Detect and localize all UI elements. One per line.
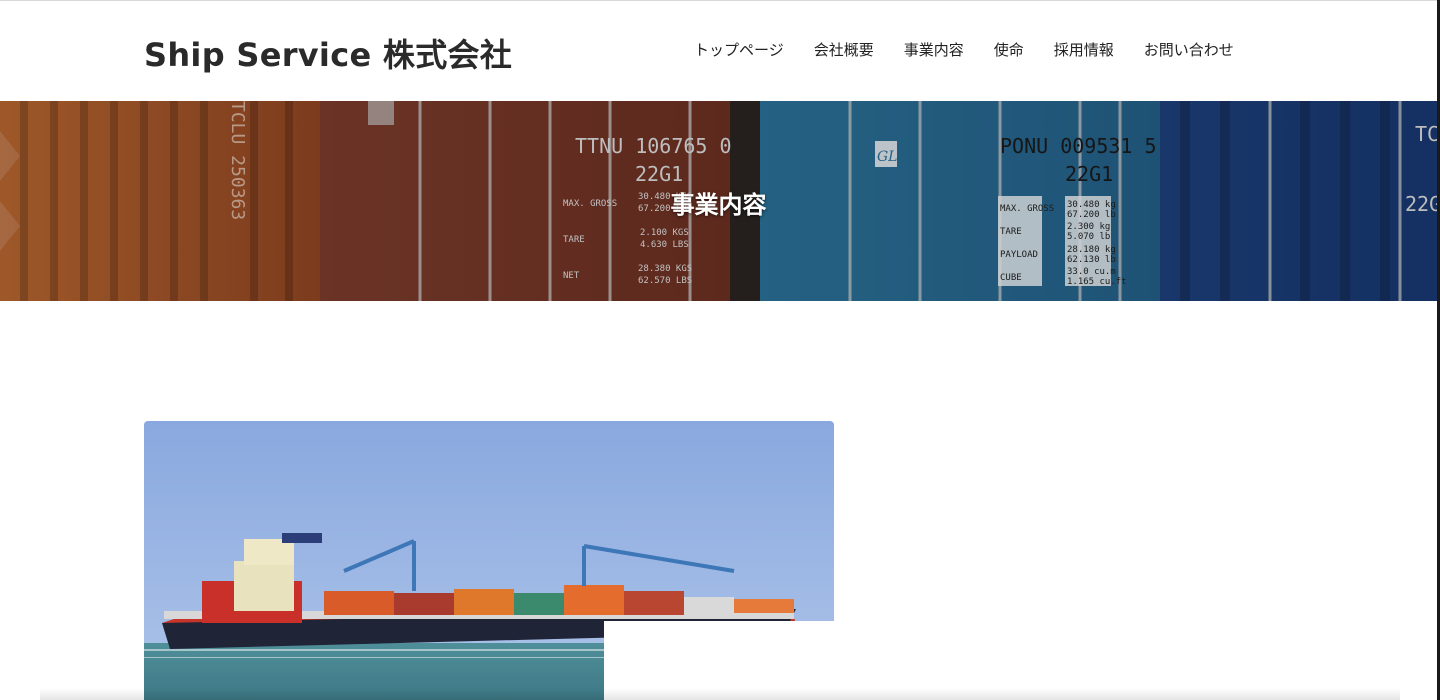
bottom-shadow xyxy=(40,688,1400,700)
nav-item-recruit[interactable]: 採用情報 xyxy=(1054,40,1114,60)
nav-item-business[interactable]: 事業内容 xyxy=(904,40,964,60)
page-title: 事業内容 xyxy=(670,191,767,219)
nav-item-top[interactable]: トップページ xyxy=(694,40,784,60)
nav-item-mission[interactable]: 使命 xyxy=(994,40,1024,60)
main-nav: トップページ 会社概要 事業内容 使命 採用情報 お問い合わせ xyxy=(694,40,1234,60)
nav-item-company[interactable]: 会社概要 xyxy=(814,40,874,60)
site-header: Ship Service 株式会社 トップページ 会社概要 事業内容 使命 採用… xyxy=(0,0,1440,101)
site-title-link[interactable]: Ship Service 株式会社 xyxy=(144,30,512,76)
hero-banner: TTNU 106765 0 22G1 PONU 009531 5 22G1 TC… xyxy=(0,101,1437,301)
nav-item-contact[interactable]: お問い合わせ xyxy=(1144,40,1234,60)
page: Ship Service 株式会社 トップページ 会社概要 事業内容 使命 採用… xyxy=(0,0,1440,700)
